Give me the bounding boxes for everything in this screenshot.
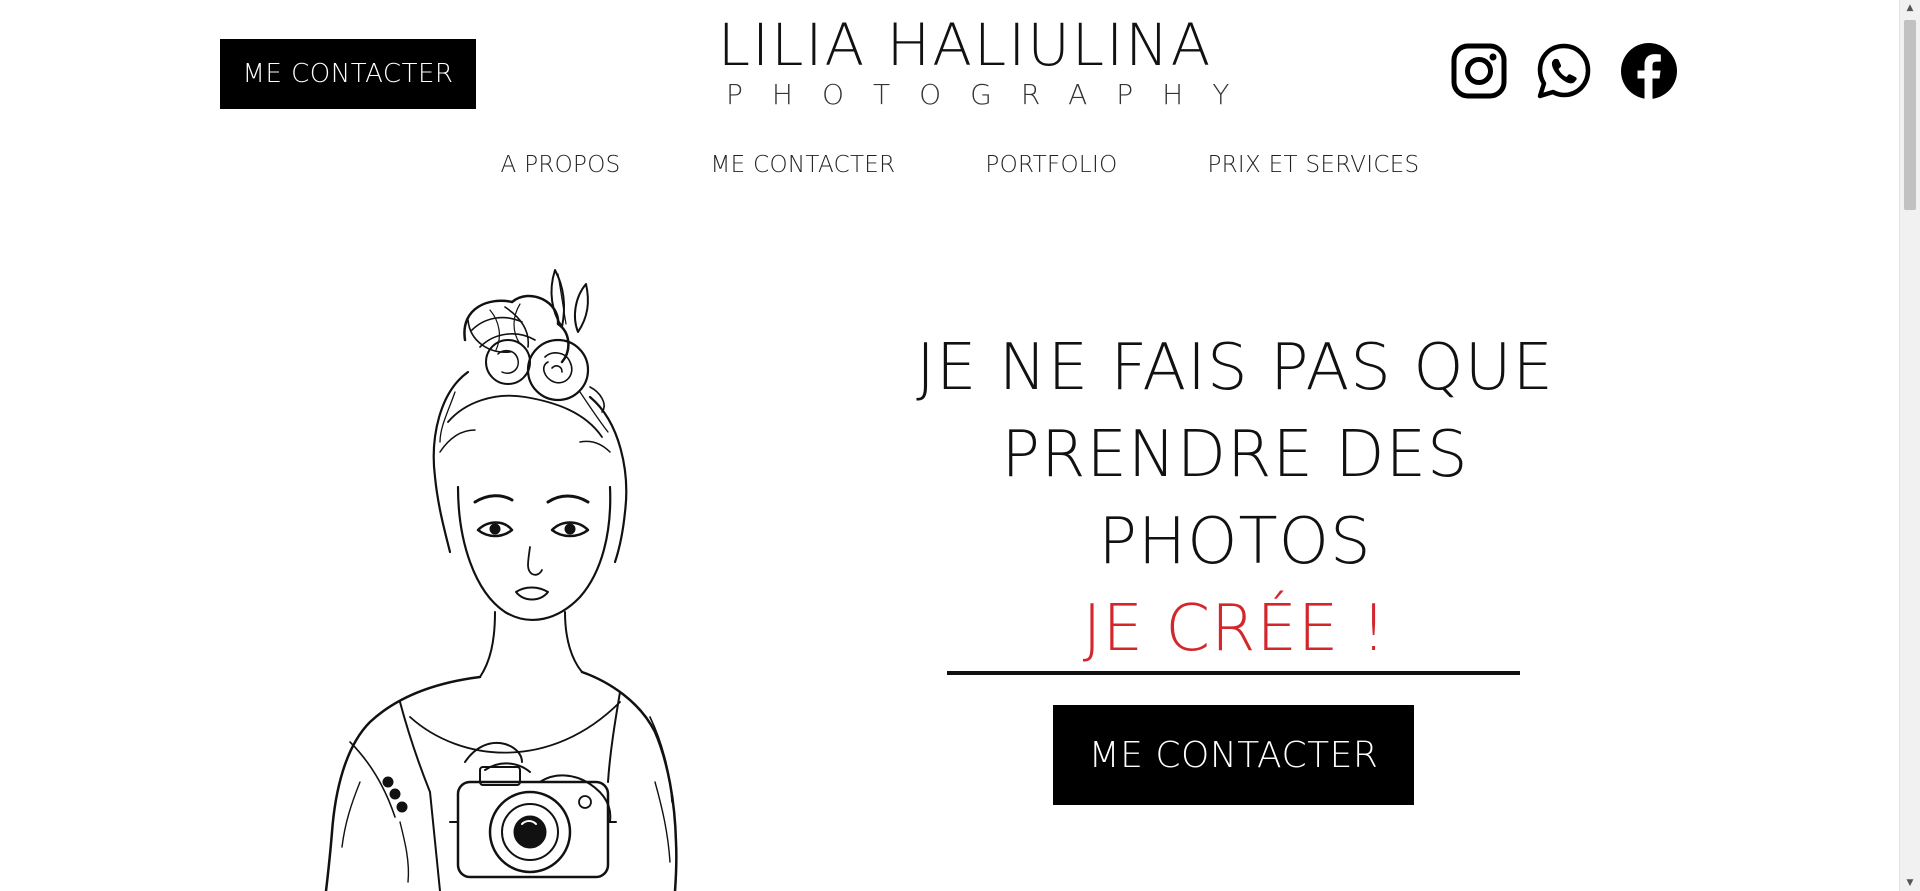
hero-line-3: PHOTOS [1098,505,1372,579]
social-links [1450,42,1678,100]
hero-heading: JE NE FAIS PAS QUE PRENDRE DES PHOTOS JE… [880,325,1590,673]
photographer-illustration [324,269,678,891]
brand-name: LILIA HALIULINA [717,11,1213,79]
brand-subtitle: PHOTOGRAPHY [726,78,1259,111]
scroll-down-arrow-icon[interactable]: ▼ [1900,875,1920,891]
nav-item-portfolio[interactable]: PORTFOLIO [985,152,1117,178]
scroll-up-arrow-icon[interactable]: ▲ [1900,0,1920,16]
hero-divider [947,671,1520,675]
nav-item-me-contacter[interactable]: ME CONTACTER [711,152,896,178]
whatsapp-icon[interactable] [1535,42,1593,100]
hero-line-2: PRENDRE DES [1001,418,1469,492]
brand-logo[interactable]: LILIA HALIULINA PHOTOGRAPHY [700,8,1230,110]
hero-contact-button[interactable]: ME CONTACTER [1053,705,1414,805]
page: ME CONTACTER LILIA HALIULINA PHOTOGRAPHY… [0,0,1920,891]
hero-accent-line: JE CRÉE ! [1082,592,1388,666]
instagram-icon[interactable] [1450,42,1508,100]
facebook-icon[interactable] [1620,42,1678,100]
nav-item-prix-et-services[interactable]: PRIX ET SERVICES [1207,152,1419,178]
hero-line-1: JE NE FAIS PAS QUE [916,331,1554,405]
nav-item-a-propos[interactable]: A PROPOS [501,152,621,178]
page-scrollbar[interactable]: ▲ ▼ [1899,0,1920,891]
scroll-thumb[interactable] [1904,20,1916,210]
main-nav: A PROPOS ME CONTACTER PORTFOLIO PRIX ET … [0,152,1910,178]
header-contact-button[interactable]: ME CONTACTER [220,39,476,109]
